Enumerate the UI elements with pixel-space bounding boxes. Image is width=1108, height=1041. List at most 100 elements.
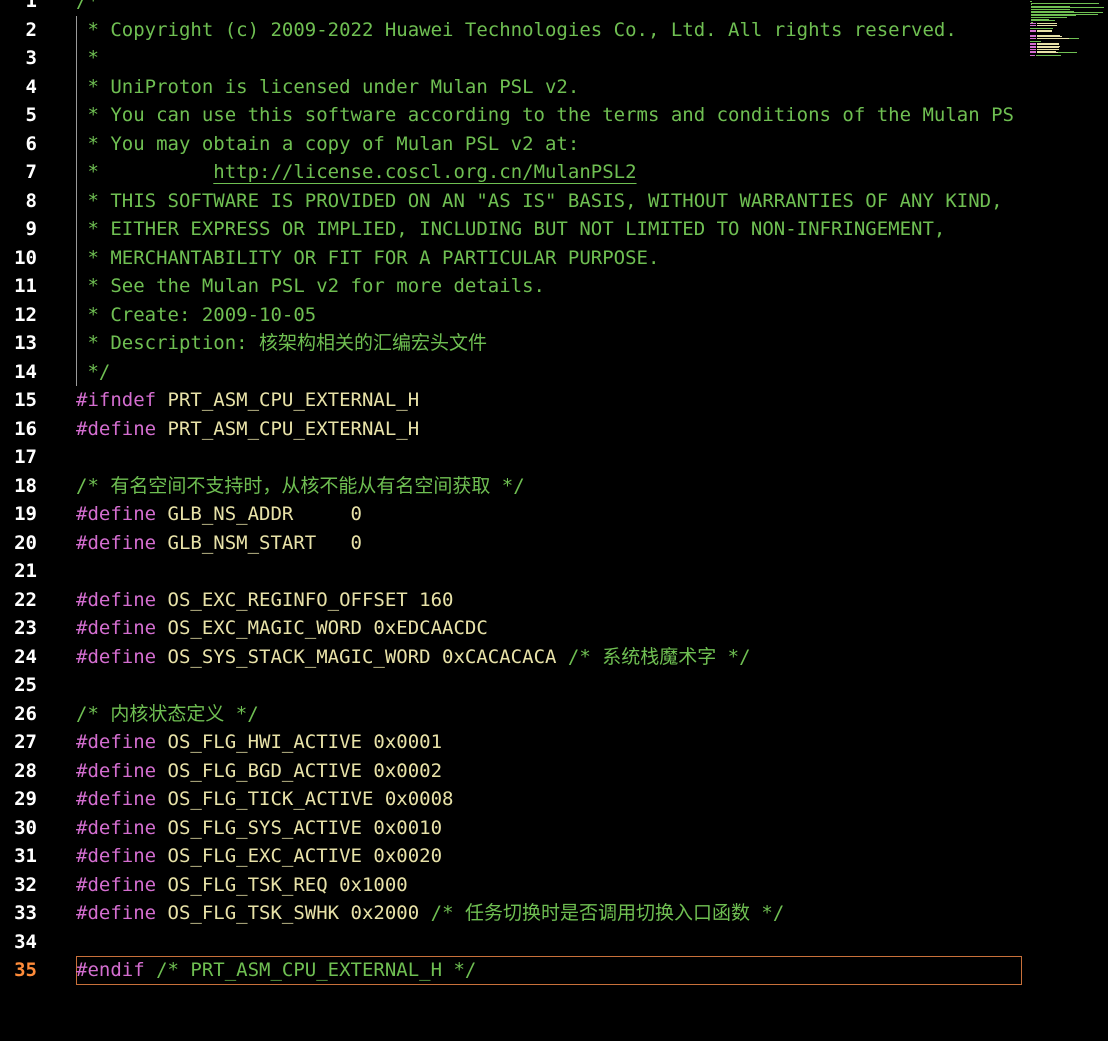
code-line[interactable]: 16 #define PRT_ASM_CPU_EXTERNAL_H <box>0 415 1022 444</box>
code-line[interactable]: 33 #define OS_FLG_TSK_SWHK 0x2000 /* 任务切换… <box>0 899 1022 928</box>
minimap-line <box>1057 52 1077 54</box>
line-number: 21 <box>14 560 37 582</box>
minimap-line <box>1037 37 1069 39</box>
code-text: * UniProton is licensed under Mulan PSL … <box>76 73 579 102</box>
code-token: #define <box>76 902 157 924</box>
code-line[interactable]: 13 * Description: 核架构相关的汇编宏头文件 <box>0 329 1022 358</box>
line-number: 26 <box>14 702 37 725</box>
code-text: #define OS_FLG_HWI_ACTIVE 0x0001 <box>76 728 442 757</box>
code-token: * MERCHANTABILITY OR FIT FOR A PARTICULA… <box>76 246 660 269</box>
line-number: 20 <box>14 531 37 554</box>
code-line[interactable]: 27 #define OS_FLG_HWI_ACTIVE 0x0001 <box>0 728 1022 757</box>
line-number: 35 <box>14 959 37 981</box>
minimap-line <box>1030 31 1037 33</box>
code-line[interactable]: 12 * Create: 2009-10-05 <box>0 300 1022 330</box>
code-lines: 1 /* 2 * Copyright (c) 2009-2022 Huawei Te… <box>0 0 1022 985</box>
line-number: 9 <box>25 218 37 240</box>
code-line[interactable]: 10 * MERCHANTABILITY OR FIT FOR A PARTIC… <box>0 243 1022 272</box>
code-token: OS_FLG_SYS_ACTIVE 0x0010 <box>156 816 443 839</box>
code-text: /* 有名空间不支持时，从核不能从有名空间获取 */ <box>76 472 525 501</box>
code-line[interactable]: 31 #define OS_FLG_EXC_ACTIVE 0x0020 <box>0 842 1022 871</box>
code-token: OS_FLG_BGD_ACTIVE 0x0002 <box>156 759 443 782</box>
code-line[interactable]: 4 * UniProton is licensed under Mulan PS… <box>0 72 1022 102</box>
code-line[interactable]: 11 * See the Mulan PSL v2 for more detai… <box>0 272 1022 301</box>
line-number: 22 <box>14 588 37 611</box>
line-number: 4 <box>25 75 37 98</box>
code-text: #define OS_SYS_STACK_MAGIC_WORD 0xCACACA… <box>76 643 751 672</box>
code-line[interactable]: 7 * http://license.coscl.org.cn/MulanPSL… <box>0 158 1022 187</box>
code-line[interactable]: 30 #define OS_FLG_SYS_ACTIVE 0x0010 <box>0 814 1022 843</box>
code-token: OS_SYS_STACK_MAGIC_WORD 0xCACACACA <box>156 645 568 668</box>
code-text: #endif /* PRT_ASM_CPU_EXTERNAL_H */ <box>76 956 476 985</box>
line-number: 16 <box>14 417 37 440</box>
code-line[interactable]: 34 <box>0 928 1022 957</box>
minimap-line <box>1030 20 1056 22</box>
code-token: /* 有名空间不支持时，从核不能从有名空间获取 */ <box>76 474 525 497</box>
code-token: */ <box>76 360 111 383</box>
minimap[interactable] <box>1030 0 1108 60</box>
line-number: 27 <box>14 731 37 753</box>
code-token: #define <box>76 588 157 611</box>
code-line[interactable]: 28 #define OS_FLG_BGD_ACTIVE 0x0002 <box>0 757 1022 786</box>
code-line[interactable]: 8 * THIS SOFTWARE IS PROVIDED ON AN "AS … <box>0 186 1022 215</box>
code-line[interactable]: 1 /* <box>0 0 1022 16</box>
code-line[interactable]: 2 * Copyright (c) 2009-2022 Huawei Techn… <box>0 15 1022 44</box>
line-number: 32 <box>14 873 37 896</box>
code-line[interactable]: 24 #define OS_SYS_STACK_MAGIC_WORD 0xCACA… <box>0 643 1022 672</box>
code-token: OS_FLG_HWI_ACTIVE 0x0001 <box>156 731 443 753</box>
minimap-line <box>1030 25 1037 26</box>
code-line[interactable]: 21 <box>0 557 1022 586</box>
minimap-line <box>1068 37 1080 39</box>
code-token: #define <box>76 873 157 896</box>
code-text: * You can use this software according to… <box>76 101 1014 130</box>
line-number: 24 <box>14 645 37 668</box>
code-token: OS_FLG_TSK_SWHK 0x2000 <box>156 902 431 924</box>
code-line[interactable]: 17 <box>0 443 1022 472</box>
code-token: #define <box>76 503 157 525</box>
line-number: 8 <box>25 189 37 212</box>
code-line[interactable]: 19 #define GLB_NS_ADDR 0 <box>0 500 1022 529</box>
code-line[interactable]: 22 #define OS_EXC_REGINFO_OFFSET 160 <box>0 586 1022 615</box>
line-number: 17 <box>14 446 37 468</box>
line-number: 29 <box>14 788 37 810</box>
code-line[interactable]: 18 /* 有名空间不支持时，从核不能从有名空间获取 */ <box>0 472 1022 501</box>
line-number: 23 <box>14 617 37 639</box>
code-line[interactable]: 29 #define OS_FLG_TICK_ACTIVE 0x0008 <box>0 785 1022 814</box>
code-token: /* PRT_ASM_CPU_EXTERNAL_H */ <box>144 959 477 981</box>
code-text: /* 内核状态定义 */ <box>76 700 259 729</box>
code-line[interactable]: 26 /* 内核状态定义 */ <box>0 700 1022 729</box>
code-text: #define OS_EXC_MAGIC_WORD 0xEDCAACDC <box>76 614 488 643</box>
code-token: * You can use this software according to… <box>76 104 1014 126</box>
code-line[interactable]: 32 #define OS_FLG_TSK_REQ 0x1000 <box>0 871 1022 900</box>
code-text: * Create: 2009-10-05 <box>76 301 316 330</box>
code-token: GLB_NS_ADDR 0 <box>156 503 362 525</box>
code-token: OS_FLG_TICK_ACTIVE 0x0008 <box>156 788 454 810</box>
line-number: 28 <box>14 759 37 782</box>
minimap-line <box>1030 2 1100 4</box>
code-token: OS_FLG_EXC_ACTIVE 0x0020 <box>156 845 443 867</box>
code-line[interactable]: 20 #define GLB_NSM_START 0 <box>0 529 1022 558</box>
code-token: * UniProton is licensed under Mulan PSL … <box>76 75 580 98</box>
code-token: /* 系统栈魔术字 */ <box>567 645 751 668</box>
code-line[interactable]: 6 * You may obtain a copy of Mulan PSL v… <box>0 129 1022 158</box>
code-line[interactable]: 3 * <box>0 44 1022 73</box>
code-line[interactable]: 5 * You can use this software according … <box>0 101 1022 130</box>
code-line[interactable]: 25 <box>0 671 1022 700</box>
code-token: GLB_NSM_START 0 <box>156 531 362 554</box>
code-line[interactable]: 23 #define OS_EXC_MAGIC_WORD 0xEDCAACDC <box>0 614 1022 643</box>
code-token: #define <box>76 816 157 839</box>
code-line[interactable]: 35 #endif /* PRT_ASM_CPU_EXTERNAL_H */ <box>0 956 1022 985</box>
code-line[interactable]: 15 #ifndef PRT_ASM_CPU_EXTERNAL_H <box>0 386 1022 415</box>
line-number: 19 <box>14 503 37 525</box>
code-editor[interactable]: 1 /* 2 * Copyright (c) 2009-2022 Huawei Te… <box>0 0 1108 1041</box>
line-number: 1 <box>25 0 37 12</box>
code-line[interactable]: 9 * EITHER EXPRESS OR IMPLIED, INCLUDING… <box>0 215 1022 244</box>
minimap-line <box>1037 52 1058 54</box>
code-text: #define GLB_NSM_START 0 <box>76 529 362 558</box>
line-number: 13 <box>14 332 37 354</box>
code-token: * EITHER EXPRESS OR IMPLIED, INCLUDING B… <box>76 218 946 240</box>
code-token: PRT_ASM_CPU_EXTERNAL_H <box>156 417 420 440</box>
code-token: #endif <box>76 959 145 981</box>
code-line[interactable]: 14 */ <box>0 357 1022 386</box>
code-text: #define GLB_NS_ADDR 0 <box>76 500 362 529</box>
